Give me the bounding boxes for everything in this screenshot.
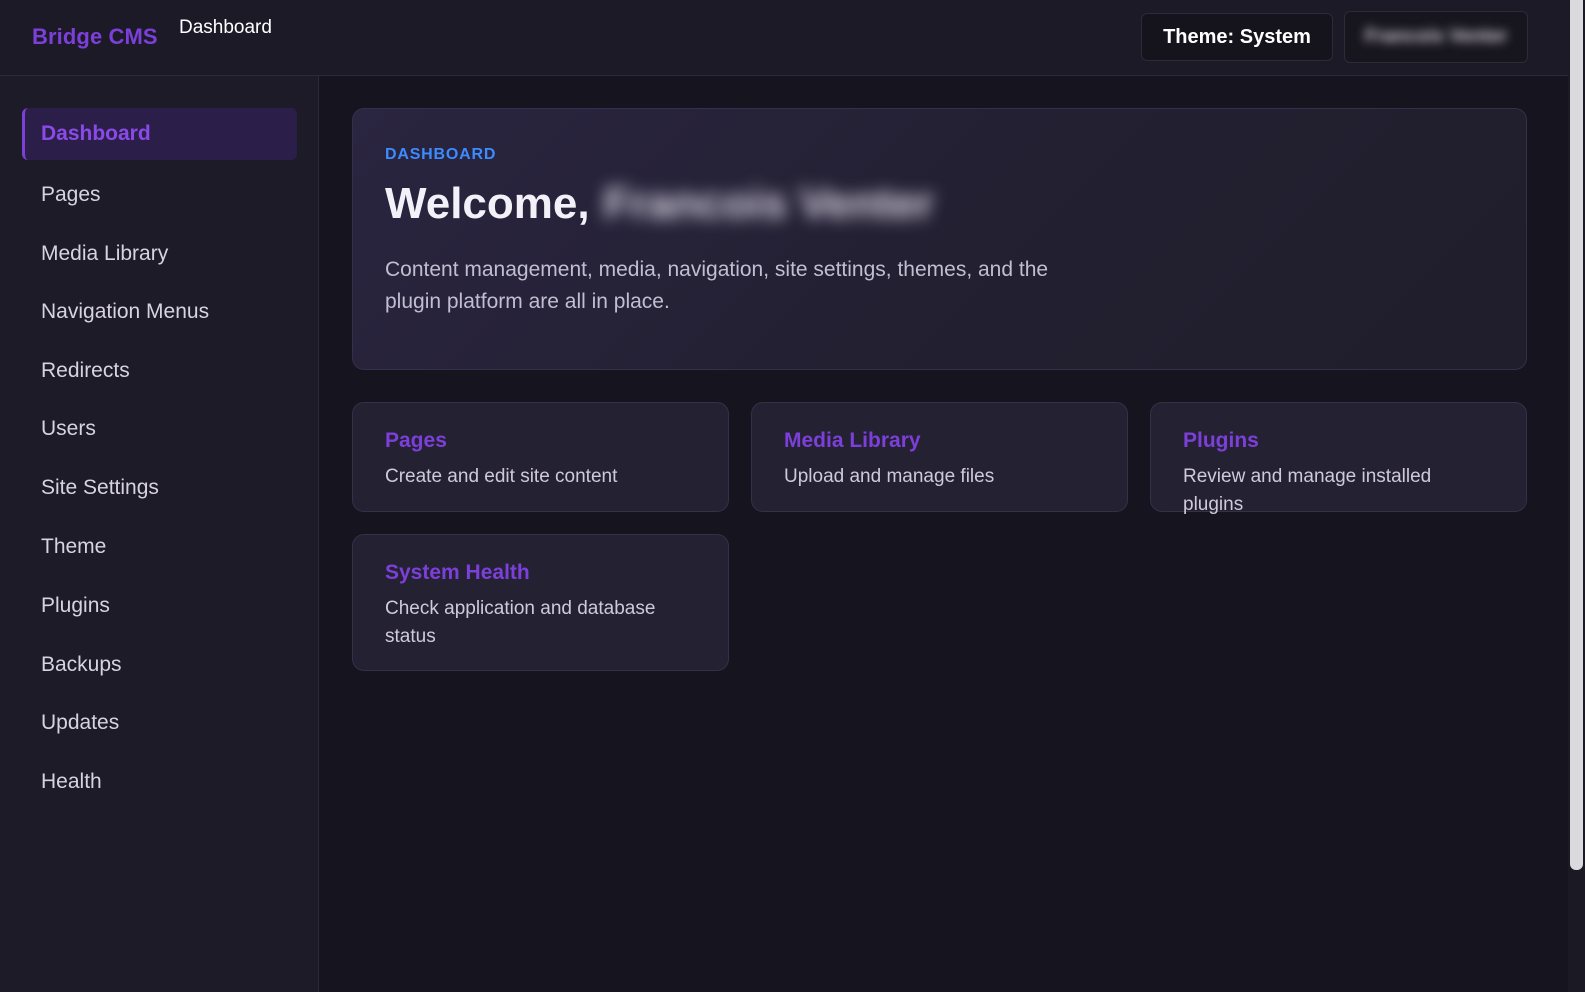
welcome-prefix: Welcome, bbox=[385, 179, 590, 228]
sidebar-item-plugins[interactable]: Plugins bbox=[22, 580, 297, 632]
card-plugins[interactable]: Plugins Review and manage installed plug… bbox=[1150, 402, 1527, 515]
sidebar-item-updates[interactable]: Updates bbox=[22, 697, 297, 749]
card-description: Upload and manage files bbox=[784, 466, 995, 487]
sidebar-item-health[interactable]: Health bbox=[22, 756, 297, 808]
welcome-panel: DASHBOARD Welcome, Francois Venter Conte… bbox=[352, 108, 1527, 370]
sidebar-item-redirects[interactable]: Redirects bbox=[22, 345, 297, 397]
card-description: Review and manage installed plugins bbox=[1183, 466, 1432, 515]
welcome-heading: Welcome, Francois Venter bbox=[385, 179, 934, 229]
card-description: Create and edit site content bbox=[385, 466, 618, 487]
section-eyebrow: DASHBOARD bbox=[385, 146, 497, 163]
card-title: Media Library bbox=[784, 429, 921, 452]
sidebar: Dashboard Pages Media Library Navigation… bbox=[0, 76, 319, 992]
card-title: System Health bbox=[385, 561, 530, 584]
sidebar-item-pages[interactable]: Pages bbox=[22, 169, 297, 221]
page-title: Dashboard bbox=[179, 17, 272, 38]
top-bar: Bridge CMS Dashboard Theme: System Franc… bbox=[0, 0, 1568, 76]
sidebar-item-backups[interactable]: Backups bbox=[22, 639, 297, 691]
user-menu-button[interactable]: Francois Venter bbox=[1344, 11, 1528, 63]
user-name-label: Francois Venter bbox=[1364, 26, 1508, 47]
sidebar-item-media-library[interactable]: Media Library bbox=[22, 228, 297, 280]
sidebar-item-navigation-menus[interactable]: Navigation Menus bbox=[22, 286, 297, 338]
app-window: Bridge CMS Dashboard Theme: System Franc… bbox=[0, 0, 1585, 992]
welcome-description: Content management, media, navigation, s… bbox=[385, 258, 1049, 313]
card-title: Plugins bbox=[1183, 429, 1259, 452]
card-title: Pages bbox=[385, 429, 447, 452]
brand-logo[interactable]: Bridge CMS bbox=[32, 24, 158, 50]
card-system-health[interactable]: System Health Check application and data… bbox=[352, 534, 729, 671]
sidebar-item-users[interactable]: Users bbox=[22, 403, 297, 455]
card-media-library[interactable]: Media Library Upload and manage files bbox=[751, 402, 1128, 512]
welcome-user-name: Francois Venter bbox=[603, 179, 934, 228]
card-description: Check application and database status bbox=[385, 598, 656, 647]
theme-toggle-button[interactable]: Theme: System bbox=[1141, 13, 1333, 61]
sidebar-item-dashboard[interactable]: Dashboard bbox=[22, 108, 297, 160]
sidebar-item-theme[interactable]: Theme bbox=[22, 521, 297, 573]
sidebar-item-site-settings[interactable]: Site Settings bbox=[22, 462, 297, 514]
card-pages[interactable]: Pages Create and edit site content bbox=[352, 402, 729, 512]
scrollbar-thumb[interactable] bbox=[1570, 0, 1583, 870]
